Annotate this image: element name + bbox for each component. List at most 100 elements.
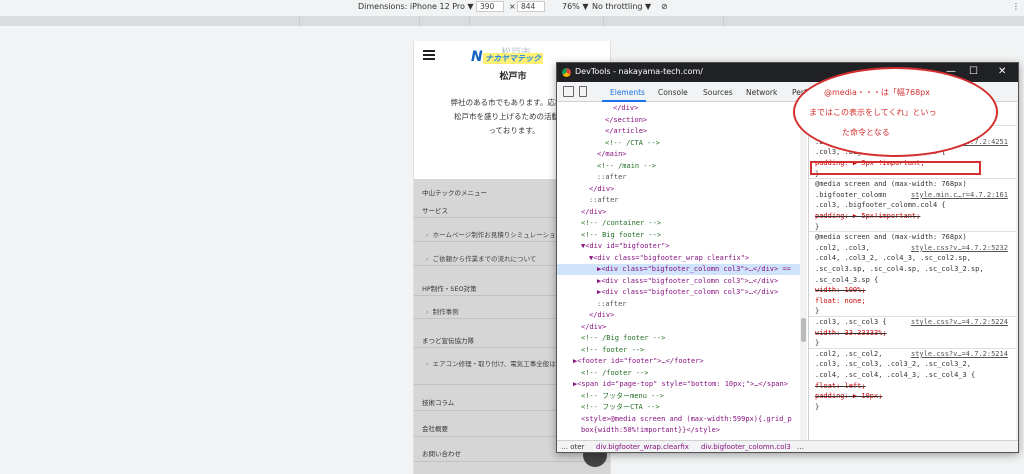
dom-node[interactable]: </section> <box>557 115 807 126</box>
dom-node[interactable]: box{width:50%!important}}</style> <box>557 425 807 436</box>
style-source-link[interactable]: style.min.c…r=4.7.2:161 <box>911 190 1008 200</box>
dom-node[interactable]: ::after <box>557 172 807 183</box>
style-rule-line[interactable]: } <box>815 306 1015 316</box>
breadcrumb-item[interactable]: div.bigfooter_colomn.col3 <box>701 443 791 451</box>
dom-node[interactable]: ▶<div class="bigfooter_colomn col3">…</d… <box>557 276 807 287</box>
dom-node[interactable]: ▼<div id="bigfooter"> <box>557 241 807 252</box>
throttling-dropdown[interactable]: No throttling ▼ <box>592 2 651 11</box>
footer-menu-item[interactable]: HP制作・SEO対策 <box>422 283 477 293</box>
style-rule-line[interactable]: .bigfooter_colomn style.min.c…r=4.7.2:161 <box>815 190 1015 200</box>
style-rule-line[interactable]: .sc_col4_3.sp { <box>815 275 1015 285</box>
style-source-link[interactable]: style.css?v…=4.7.2:5232 <box>911 243 1008 253</box>
dom-node[interactable]: ▶<span id="page-top" style="bottom: 10px… <box>557 379 807 390</box>
footer-menu-item[interactable]: お問い合わせ <box>422 448 461 458</box>
media-query-bar[interactable] <box>0 16 1024 26</box>
style-rule-line[interactable]: .sc_col3.sp, .sc_col4.sp, .sc_col3_2.sp, <box>815 264 1015 274</box>
media-query-rule[interactable]: @media screen and (max-width: 768px) <box>815 232 1015 242</box>
style-rule-line[interactable]: } <box>815 338 1015 348</box>
dom-node[interactable]: <!-- Big footer --> <box>557 230 807 241</box>
style-rule-line[interactable]: float: none; <box>815 296 1015 306</box>
site-logo[interactable]: 松戸市 N ナカヤマテック <box>471 44 556 66</box>
logo-n-mark: N <box>471 49 483 65</box>
style-rule-line[interactable]: } <box>815 402 1015 412</box>
dom-node[interactable]: ::after <box>557 195 807 206</box>
dom-node[interactable]: <!-- /Big footer --> <box>557 333 807 344</box>
styles-scrollbar[interactable] <box>1016 103 1018 440</box>
width-input[interactable]: 390 <box>476 1 504 12</box>
footer-menu-item[interactable]: サービス <box>422 205 448 215</box>
devtools-title: DevTools - nakayama-tech.com/ <box>575 67 703 76</box>
dom-node-text: ▼<div id="bigfooter"> <box>581 242 670 250</box>
style-rule-line[interactable]: padding: ▶ 5px!important; <box>815 211 1015 221</box>
dom-node-text: <!-- フッターCTA --> <box>581 403 660 411</box>
dom-node[interactable]: <!-- フッターCTA --> <box>557 402 807 413</box>
tab-console[interactable]: Console <box>658 88 688 97</box>
close-icon[interactable]: ✕ <box>998 66 1006 77</box>
footer-menu-item[interactable]: 技術コラム <box>422 397 454 407</box>
breadcrumb-item[interactable]: … oter <box>561 443 584 451</box>
style-text: } <box>815 222 820 231</box>
dom-node[interactable]: <!-- footer --> <box>557 345 807 356</box>
style-source-link[interactable]: style.css?v…=4.7.2:5214 <box>911 349 1008 359</box>
footer-menu-item[interactable]: ホームページ制作お見積りシミュレーション <box>426 229 562 239</box>
style-text: float: none; <box>815 296 866 305</box>
breadcrumb-item[interactable]: div.bigfooter_wrap.clearfix <box>596 443 689 451</box>
footer-menu-item[interactable]: 制作事例 <box>426 306 459 316</box>
dom-node[interactable]: ▶<div class="bigfooter_colomn col3">…</d… <box>557 264 807 275</box>
inspect-element-icon[interactable] <box>563 86 574 97</box>
footer-menu-item[interactable]: 会社概要 <box>422 423 448 433</box>
dimensions-dropdown[interactable]: Dimensions: iPhone 12 Pro ▼ <box>358 2 474 11</box>
dom-node-text: </article> <box>605 127 648 135</box>
height-input[interactable]: 844 <box>517 1 545 12</box>
dom-node[interactable]: </div> <box>557 207 807 218</box>
footer-menu-item[interactable]: ご依頼から作業までの流れについて <box>426 253 537 263</box>
style-rule-line[interactable]: .col2, .sc_col2, style.css?v…=4.7.2:5214 <box>815 349 1015 359</box>
device-toggle-icon[interactable] <box>579 86 587 97</box>
times-label: × <box>509 2 516 11</box>
dom-node[interactable]: <!-- フッターmenu --> <box>557 391 807 402</box>
style-rule-line[interactable]: .col3, .sc_col3 {style.css?v…=4.7.2:5224 <box>815 317 1015 327</box>
style-rule-line[interactable]: .col2, .col3, style.css?v…=4.7.2:5232 <box>815 243 1015 253</box>
style-rule-line[interactable]: .col3, .sc_col3, .col3_2, .sc_col3_2, <box>815 359 1015 369</box>
style-rule-line[interactable]: } <box>815 222 1015 232</box>
dom-node[interactable]: ▼<div class="bigfooter_wrap clearfix"> <box>557 253 807 264</box>
dom-node[interactable]: <!-- /footer --> <box>557 368 807 379</box>
footer-menu-item[interactable]: まつど宣伝協力隊 <box>422 335 474 345</box>
style-rule-line[interactable]: width: 33.33333%; <box>815 328 1015 338</box>
more-options-icon[interactable]: ⋮ <box>1012 2 1020 11</box>
tab-network[interactable]: Network <box>746 88 777 97</box>
active-tab-indicator <box>602 100 646 102</box>
elements-scrollbar[interactable] <box>800 103 807 440</box>
style-rule-line[interactable]: float: left; <box>815 381 1015 391</box>
dom-node[interactable]: <!-- /container --> <box>557 218 807 229</box>
style-rule-line[interactable]: padding: ▶ 10px; <box>815 391 1015 401</box>
dom-node[interactable]: <style>@media screen and (max-width:599p… <box>557 414 807 425</box>
dom-node[interactable]: <!-- /CTA --> <box>557 138 807 149</box>
hamburger-menu-icon[interactable] <box>423 50 435 60</box>
dom-node[interactable]: ▶<footer id="footer">…</footer> <box>557 356 807 367</box>
media-query-rule[interactable]: @media screen and (max-width: 768px) <box>815 179 1015 189</box>
style-rule-line[interactable]: .col4, .sc_col4, .col4_3, .sc_col4_3 { <box>815 370 1015 380</box>
style-source-link[interactable]: style.css?v…=4.7.2:5224 <box>911 317 1008 327</box>
footer-menu-header: 中山テックのメニュー <box>422 189 487 197</box>
tab-sources[interactable]: Sources <box>703 88 733 97</box>
dom-node[interactable]: </div> <box>557 310 807 321</box>
dom-node[interactable]: </div> <box>557 184 807 195</box>
zoom-dropdown[interactable]: 76% ▼ <box>562 2 588 11</box>
style-rule-line[interactable]: .col4, .col3_2, .col4_3, .sc_col2.sp, <box>815 253 1015 263</box>
dom-node-text: <style>@media screen and (max-width:599p… <box>581 414 792 423</box>
dom-node[interactable]: </article> <box>557 126 807 137</box>
dom-node[interactable]: </div> <box>557 103 807 114</box>
tab-elements[interactable]: Elements <box>610 88 645 97</box>
highlight-media-rule <box>810 161 981 175</box>
style-rule-line[interactable]: width: 100%; <box>815 285 1015 295</box>
style-rule-line[interactable]: .col3, .bigfooter_colomn.col4 { <box>815 200 1015 210</box>
dom-node[interactable]: </div> <box>557 322 807 333</box>
dom-node[interactable]: </main> <box>557 149 807 160</box>
dom-node[interactable]: ▶<div class="bigfooter_colomn col3">…</d… <box>557 287 807 298</box>
dom-node[interactable]: <!-- /main --> <box>557 161 807 172</box>
maximize-icon[interactable]: ☐ <box>969 66 978 77</box>
breadcrumb-item[interactable]: … <box>797 443 804 451</box>
dom-node[interactable]: ::after <box>557 299 807 310</box>
rotate-icon[interactable]: ⊘ <box>661 2 668 11</box>
